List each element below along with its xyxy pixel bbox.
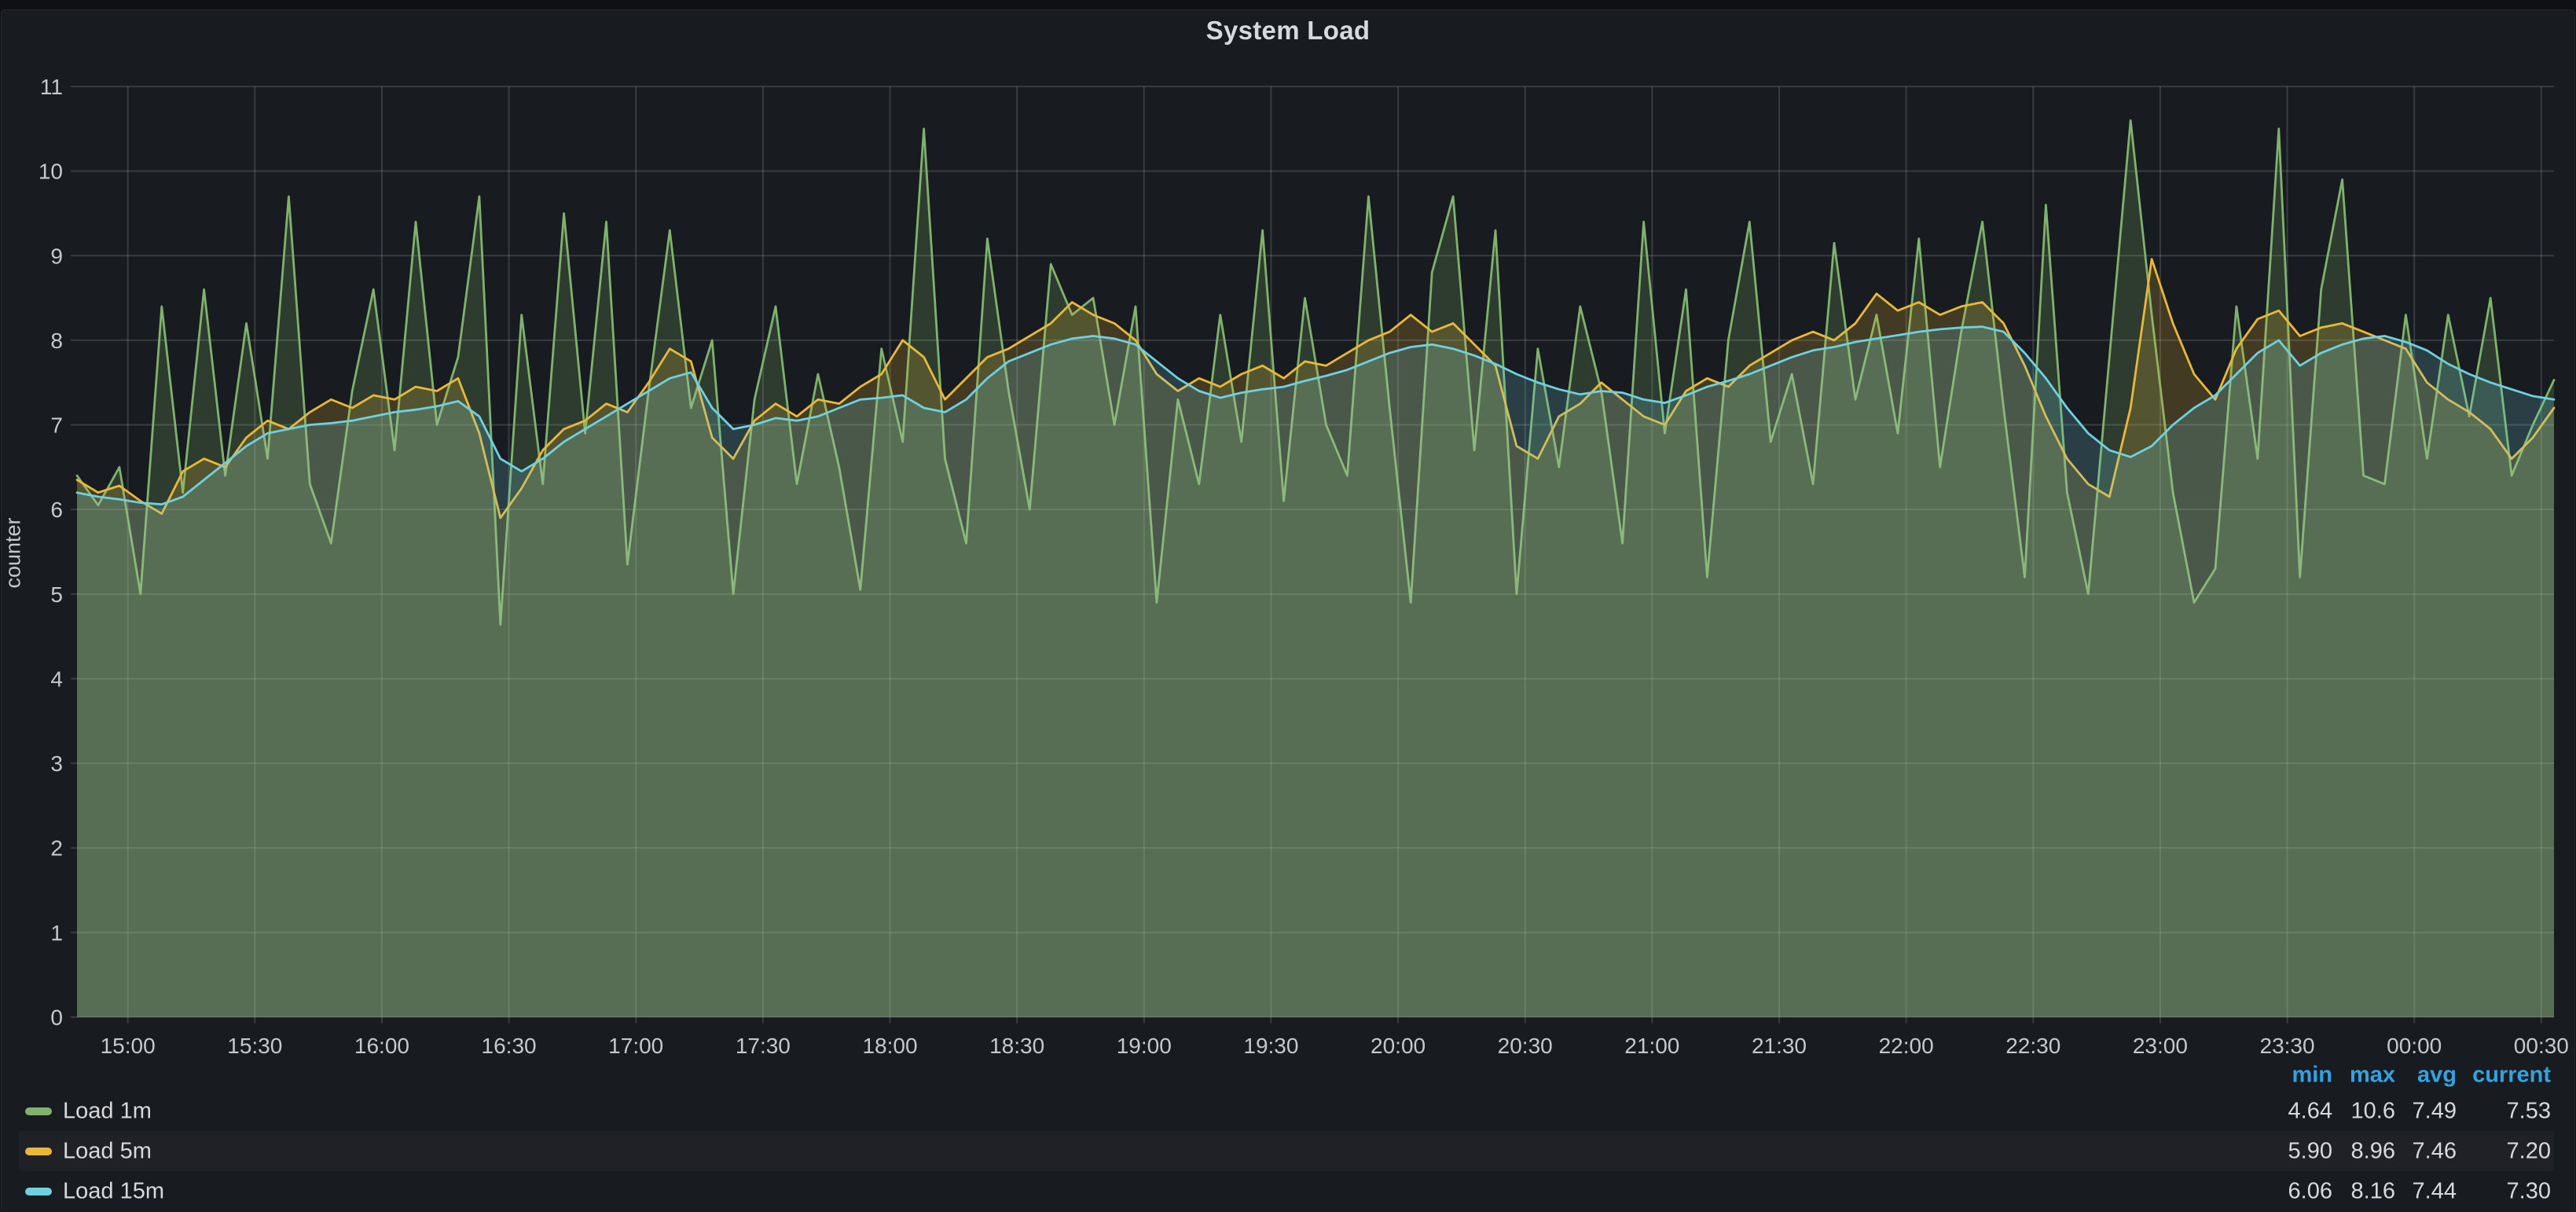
y-tick-label: 7 [50, 413, 63, 438]
y-tick-label: 0 [50, 1005, 63, 1030]
legend-label-load-1m[interactable]: Load 1m [63, 1098, 152, 1124]
x-tick-label: 16:00 [354, 1034, 409, 1058]
x-tick-label: 15:00 [101, 1034, 156, 1058]
legend-swatch-load-1m[interactable] [25, 1107, 52, 1115]
legend-stat-load-15m-current: 7.30 [2417, 1178, 2551, 1204]
x-tick-label: 21:00 [1624, 1034, 1679, 1058]
x-tick-label: 22:00 [1879, 1034, 1934, 1058]
x-tick-label: 23:00 [2133, 1034, 2188, 1058]
x-tick-label: 20:30 [1498, 1034, 1553, 1058]
x-tick-label: 17:30 [736, 1034, 791, 1058]
system-load-chart: 0 1 2 3 4 5 6 7 8 9 10 11 15:00 15:30 16:00 16:30 17:00 1… [0, 0, 2576, 1212]
plot-area[interactable] [77, 86, 2554, 1017]
legend-stat-load-5m-current: 7.20 [2417, 1138, 2551, 1164]
y-tick-label: 6 [50, 498, 63, 522]
y-tick-label: 4 [50, 667, 63, 691]
x-tick-label: 00:00 [2387, 1034, 2442, 1058]
x-tick-label: 00:30 [2514, 1034, 2569, 1058]
y-tick-label: 3 [50, 751, 63, 776]
x-tick-label: 20:00 [1371, 1034, 1426, 1058]
y-tick-label: 8 [50, 329, 63, 353]
y-tick-label: 11 [40, 75, 63, 99]
legend-header-row: minmaxavgcurrent [19, 1060, 2554, 1091]
y-tick-label: 10 [39, 160, 63, 184]
y-tick-label: 5 [50, 582, 63, 607]
x-tick-label: 22:30 [2005, 1034, 2060, 1058]
x-tick-label: 21:30 [1752, 1034, 1807, 1058]
x-tick-label: 18:30 [989, 1034, 1044, 1058]
x-tick-label: 23:30 [2260, 1034, 2315, 1058]
legend-swatch-load-5m[interactable] [25, 1148, 52, 1155]
legend-item-load-1m[interactable]: Load 1m4.6410.67.497.53 [19, 1091, 2554, 1131]
legend-item-load-5m[interactable]: Load 5m5.908.967.467.20 [19, 1131, 2554, 1171]
legend-item-load-15m[interactable]: Load 15m6.068.167.447.30 [19, 1171, 2554, 1211]
legend: minmaxavgcurrentLoad 1m4.6410.67.497.53L… [19, 1060, 2554, 1211]
y-tick-label: 9 [50, 244, 63, 268]
y-tick-label: 2 [50, 836, 63, 861]
legend-stat-load-1m-current: 7.53 [2417, 1098, 2551, 1124]
x-tick-label: 16:30 [482, 1034, 537, 1058]
x-tick-label: 15:30 [227, 1034, 282, 1058]
legend-label-load-15m[interactable]: Load 15m [63, 1178, 164, 1204]
legend-swatch-load-15m[interactable] [25, 1188, 52, 1195]
x-tick-label: 19:30 [1243, 1034, 1298, 1058]
legend-header-current[interactable]: current [2417, 1063, 2551, 1089]
x-tick-label: 18:00 [862, 1034, 917, 1058]
y-tick-label: 1 [50, 920, 63, 945]
x-tick-label: 17:00 [608, 1034, 663, 1058]
legend-label-load-5m[interactable]: Load 5m [63, 1138, 152, 1164]
x-tick-label: 19:00 [1117, 1034, 1172, 1058]
